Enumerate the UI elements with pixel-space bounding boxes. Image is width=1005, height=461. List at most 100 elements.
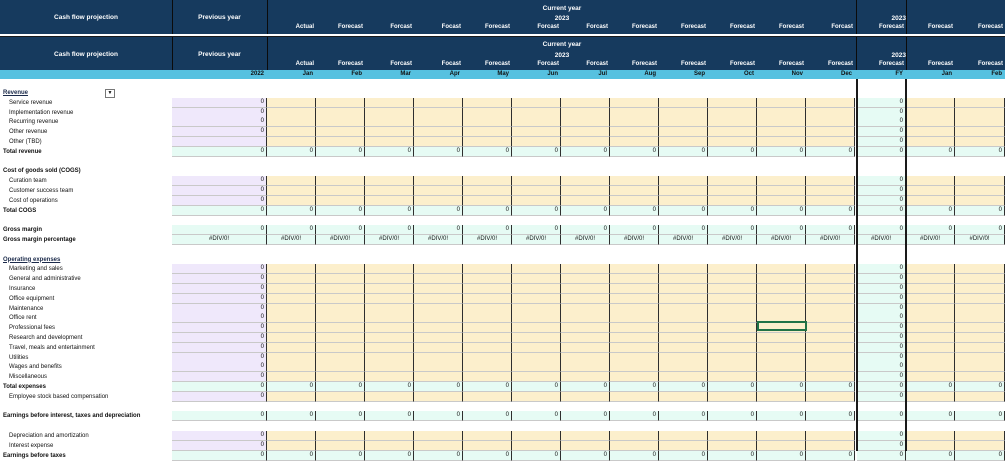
- month-error[interactable]: #DIV/0!: [806, 235, 855, 245]
- month-total[interactable]: 0: [806, 225, 855, 236]
- fy-cell[interactable]: 0: [857, 431, 906, 441]
- month-cell[interactable]: [365, 274, 414, 285]
- next-cell[interactable]: [955, 313, 1005, 324]
- month-total[interactable]: 0: [659, 205, 708, 216]
- fy-total[interactable]: 0: [857, 411, 906, 422]
- month-cell[interactable]: [512, 195, 561, 206]
- fy-cell[interactable]: 0: [857, 97, 906, 108]
- month-cell[interactable]: [316, 127, 365, 138]
- month-cell[interactable]: [463, 342, 512, 353]
- fy-cell[interactable]: 0: [857, 176, 906, 187]
- next-total[interactable]: 0: [906, 411, 955, 422]
- month-total[interactable]: 0: [806, 411, 855, 422]
- month-total[interactable]: 0: [365, 146, 414, 157]
- fy-cell[interactable]: 0: [857, 342, 906, 353]
- month-cell[interactable]: [708, 323, 757, 334]
- next-cell[interactable]: [955, 391, 1005, 402]
- month-cell[interactable]: [414, 186, 463, 196]
- month-cell[interactable]: [463, 303, 512, 314]
- month-cell[interactable]: [708, 137, 757, 147]
- month-cell[interactable]: [610, 293, 659, 304]
- month-cell[interactable]: [757, 342, 806, 353]
- next-cell[interactable]: [906, 293, 955, 304]
- month-total[interactable]: 0: [414, 450, 463, 461]
- month-total[interactable]: 0: [708, 411, 757, 422]
- month-total[interactable]: 0: [561, 225, 610, 236]
- next-total[interactable]: 0: [955, 411, 1005, 422]
- month-cell[interactable]: [414, 440, 463, 451]
- month-cell[interactable]: [414, 323, 463, 334]
- month-cell[interactable]: [267, 274, 316, 285]
- next-cell[interactable]: [906, 274, 955, 285]
- month-cell[interactable]: [757, 137, 806, 147]
- next-total[interactable]: 0: [955, 225, 1005, 236]
- previous-year-cell[interactable]: 0: [172, 176, 267, 187]
- month-cell[interactable]: [267, 137, 316, 147]
- next-cell[interactable]: [955, 284, 1005, 294]
- month-cell[interactable]: [561, 284, 610, 294]
- month-cell[interactable]: [708, 313, 757, 324]
- month-cell[interactable]: [316, 186, 365, 196]
- month-total[interactable]: 0: [757, 146, 806, 157]
- month-cell[interactable]: [806, 293, 855, 304]
- month-total[interactable]: 0: [757, 205, 806, 216]
- month-total[interactable]: 0: [512, 205, 561, 216]
- month-cell[interactable]: [414, 313, 463, 324]
- month-total[interactable]: 0: [512, 225, 561, 236]
- month-cell[interactable]: [806, 284, 855, 294]
- month-cell[interactable]: [316, 176, 365, 187]
- month-cell[interactable]: [659, 313, 708, 324]
- month-total[interactable]: 0: [267, 411, 316, 422]
- fy-cell[interactable]: 0: [857, 186, 906, 196]
- month-total[interactable]: 0: [463, 225, 512, 236]
- previous-year-cell[interactable]: 0: [172, 431, 267, 441]
- month-total[interactable]: 0: [267, 146, 316, 157]
- fy-cell[interactable]: 0: [857, 195, 906, 206]
- month-total[interactable]: 0: [561, 450, 610, 461]
- month-error[interactable]: #DIV/0!: [757, 235, 806, 245]
- next-cell[interactable]: [955, 303, 1005, 314]
- month-cell[interactable]: [610, 274, 659, 285]
- month-cell[interactable]: [267, 176, 316, 187]
- month-cell[interactable]: [610, 186, 659, 196]
- next-cell[interactable]: [906, 431, 955, 441]
- month-cell[interactable]: [757, 333, 806, 343]
- next-total[interactable]: 0: [906, 225, 955, 236]
- month-cell[interactable]: [610, 137, 659, 147]
- next-cell[interactable]: [955, 440, 1005, 451]
- month-cell[interactable]: [267, 195, 316, 206]
- month-cell[interactable]: [365, 284, 414, 294]
- month-cell[interactable]: [806, 323, 855, 334]
- month-cell[interactable]: [463, 372, 512, 383]
- month-cell[interactable]: [561, 186, 610, 196]
- month-cell[interactable]: [757, 362, 806, 373]
- month-cell[interactable]: [463, 431, 512, 441]
- month-cell[interactable]: [561, 137, 610, 147]
- month-cell[interactable]: [365, 137, 414, 147]
- previous-year-cell[interactable]: [172, 137, 267, 147]
- month-cell[interactable]: [512, 431, 561, 441]
- month-cell[interactable]: [414, 137, 463, 147]
- fy-cell[interactable]: 0: [857, 127, 906, 138]
- next-cell[interactable]: [955, 372, 1005, 383]
- month-cell[interactable]: [414, 97, 463, 108]
- month-cell[interactable]: [463, 186, 512, 196]
- month-total[interactable]: 0: [267, 382, 316, 392]
- month-cell[interactable]: [806, 440, 855, 451]
- month-total[interactable]: 0: [757, 450, 806, 461]
- month-cell[interactable]: [365, 293, 414, 304]
- fy-total[interactable]: 0: [857, 382, 906, 392]
- month-cell[interactable]: [267, 372, 316, 383]
- month-cell[interactable]: [512, 352, 561, 363]
- month-cell[interactable]: [463, 323, 512, 334]
- month-cell[interactable]: [561, 176, 610, 187]
- month-cell[interactable]: [561, 391, 610, 402]
- month-cell[interactable]: [414, 303, 463, 314]
- fy-cell[interactable]: 0: [857, 391, 906, 402]
- month-total[interactable]: 0: [610, 450, 659, 461]
- month-cell[interactable]: [806, 127, 855, 138]
- month-cell[interactable]: [659, 117, 708, 128]
- fy-cell[interactable]: 0: [857, 352, 906, 363]
- month-cell[interactable]: [512, 117, 561, 128]
- month-total[interactable]: 0: [316, 205, 365, 216]
